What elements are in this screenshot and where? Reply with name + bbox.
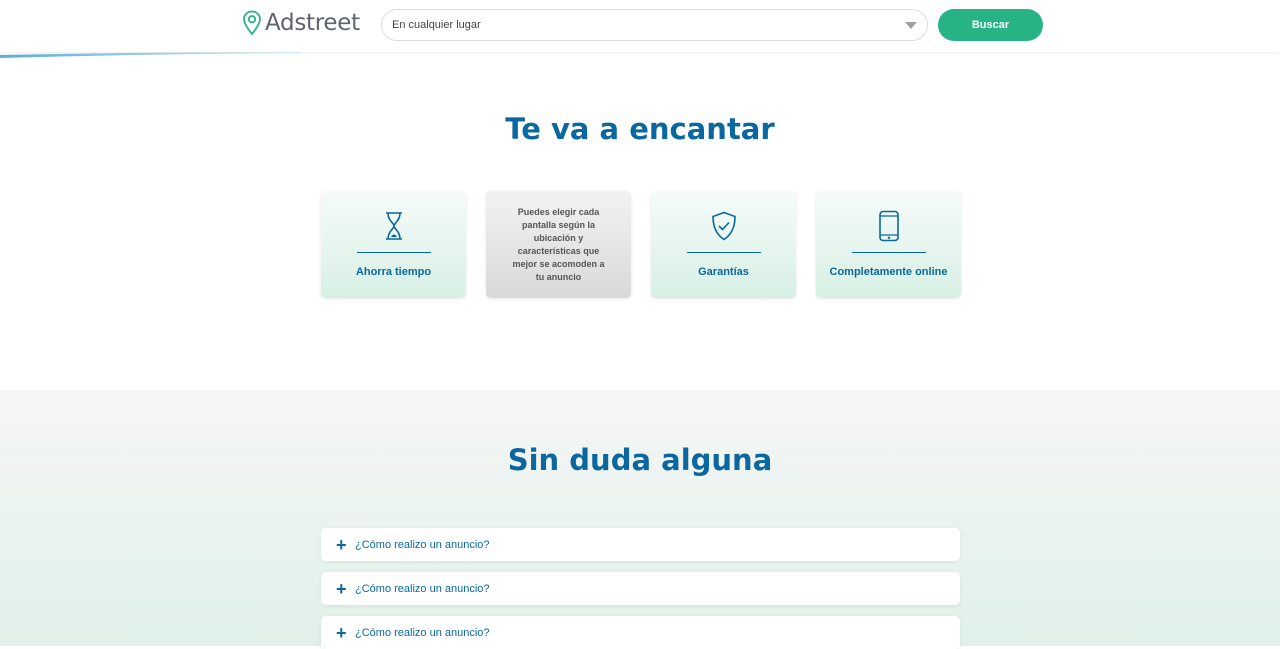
feature-card-label: Garantías <box>698 266 749 278</box>
card-divider <box>851 252 926 253</box>
faq-question: ¿Cómo realizo un anuncio? <box>355 538 490 551</box>
card-divider <box>686 252 761 253</box>
location-pin-icon <box>243 10 261 36</box>
feature-card-guarantees[interactable]: Garantías <box>651 191 796 298</box>
feature-card-online[interactable]: Completamente online <box>816 191 961 298</box>
feature-card-label: Ahorra tiempo <box>355 266 432 278</box>
logo[interactable]: Adstreet <box>242 10 360 36</box>
search-button[interactable]: Buscar <box>938 9 1043 41</box>
location-select[interactable]: En cualquier lugar <box>381 9 928 41</box>
feature-card-label: Completamente online <box>829 266 948 278</box>
card-divider <box>356 252 431 253</box>
feature-card-choose-screen[interactable]: Puedes elegir cada pantalla según la ubi… <box>486 191 631 298</box>
faq-item[interactable]: + ¿Cómo realizo un anuncio? <box>321 572 960 605</box>
feature-card-save-time[interactable]: Ahorra tiempo <box>321 191 466 298</box>
hourglass-icon <box>377 210 411 242</box>
features-title: Te va a encantar <box>505 112 775 146</box>
faq-title: Sin duda alguna <box>507 443 773 477</box>
faq-question: ¿Cómo realizo un anuncio? <box>355 626 490 639</box>
location-select-value: En cualquier lugar <box>392 19 481 31</box>
top-header: Adstreet En cualquier lugar Buscar <box>0 0 1280 52</box>
header-accent-line <box>0 52 300 58</box>
plus-icon: + <box>336 622 347 643</box>
faq-question: ¿Cómo realizo un anuncio? <box>355 582 490 595</box>
faq-section <box>0 390 1280 646</box>
feature-card-description: Puedes elegir cada pantalla según la ubi… <box>512 207 605 282</box>
faq-item[interactable]: + ¿Cómo realizo un anuncio? <box>321 528 960 561</box>
faq-item[interactable]: + ¿Cómo realizo un anuncio? <box>321 616 960 649</box>
logo-text: Adstreet <box>265 10 360 36</box>
plus-icon: + <box>336 578 347 599</box>
feature-cards: Ahorra tiempo Puedes elegir cada pantall… <box>321 191 961 298</box>
smartphone-icon <box>872 210 906 242</box>
shield-check-icon <box>707 210 741 242</box>
plus-icon: + <box>336 534 347 555</box>
caret-down-icon <box>905 22 917 29</box>
